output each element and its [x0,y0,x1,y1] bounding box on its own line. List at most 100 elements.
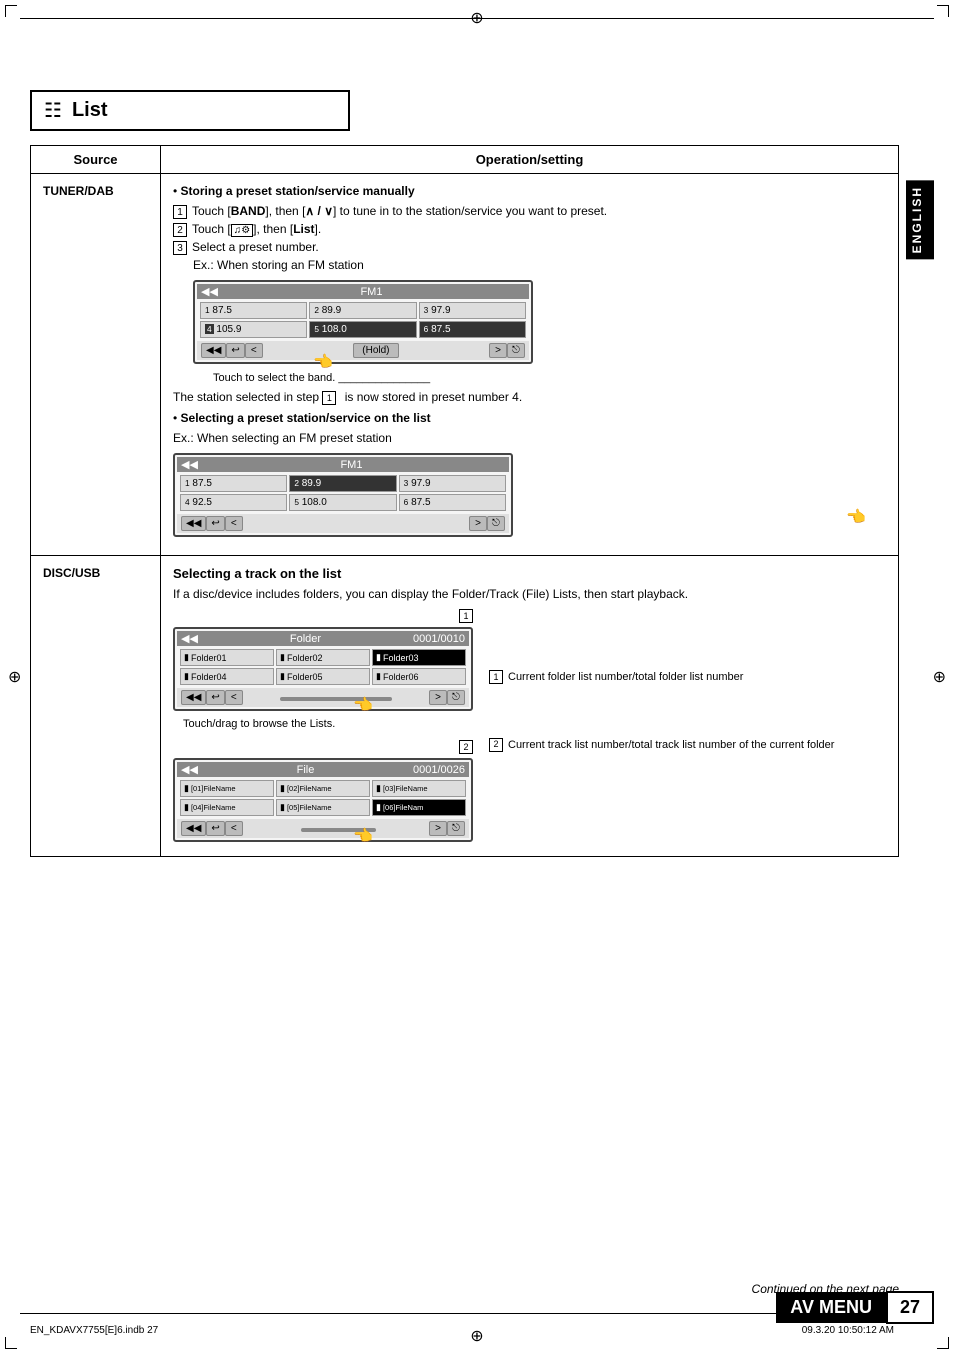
page: ⊕ ⊕ ⊕ ⊕ ENGLISH ☷ List Source Operation/… [0,0,954,1354]
folder-num-indicator: 1 [173,609,473,623]
fm2-prev-btn[interactable]: ◀◀ [181,516,206,531]
fm2-cell-1: 1 87.5 [180,475,287,492]
note-text-1: Current folder list number/total folder … [508,669,743,687]
fm-hold-area: (Hold) [263,345,489,356]
fm2-back-btn[interactable]: ↩ [206,516,224,531]
source-disc-usb: DISC/USB [31,556,161,857]
file-icon-3: ▮ [376,783,381,794]
file-title-text: File [297,764,315,776]
folder-lt-btn[interactable]: < [225,690,243,705]
fm2-cell-4: 4 92.5 [180,494,287,511]
crosshair-right-icon: ⊕ [933,667,946,687]
corner-mark-tl [5,5,17,17]
file-icon-2: ▮ [280,783,285,794]
fm-bottom-bar-2: ◀◀ ↩ < > ⎋ [177,514,509,533]
corner-mark-bl [5,1337,17,1349]
folder-cell-6: ▮Folder06 [372,668,466,685]
step-2: 2 Touch [♫⚙], then [List]. [173,222,886,237]
folder-cell-5: ▮Folder05 [276,668,370,685]
file-prev-btn[interactable]: ◀◀ [181,821,206,836]
folder-back-btn[interactable]: ↩ [206,690,224,705]
folder-cell-1: ▮Folder01 [180,649,274,666]
step-num-2: 2 [173,223,187,237]
folder-prev-icon: ◀◀ [181,632,198,645]
fm-title-text: FM1 [360,286,382,298]
crosshair-left-icon: ⊕ [8,667,21,687]
fm2-cell-6: 6 87.5 [399,494,506,511]
folder-icon-1: ▮ [184,652,189,663]
file-lt-btn[interactable]: < [225,821,243,836]
fm-cell-2: 2 89.9 [309,302,416,319]
folder-icon-2: ▮ [280,652,285,663]
folder-cell-3: ▮Folder03 [372,649,466,666]
file-cell-3: ▮[03]FileName [372,780,466,797]
folder-icon-3: ▮ [376,652,381,663]
fm-grid-2: 1 87.5 2 89.9 3 97.9 4 92.5 5 108.0 6 87… [177,472,509,514]
fm2-eject-btn[interactable]: ⎋ [487,516,505,531]
fm-bottom-bar-1: ◀◀ ↩ < (Hold) > ⎋ [197,341,529,360]
step-3-text: Select a preset number. [192,240,319,254]
main-table: Source Operation/setting TUNER/DAB Stori… [30,145,899,857]
corner-mark-tr [937,5,949,17]
file-prev-icon: ◀◀ [181,763,198,776]
file-cell-5: ▮[05]FileName [276,799,370,816]
fm-back-btn[interactable]: ↩ [226,343,244,358]
step-3: 3 Select a preset number. [173,240,886,255]
file-num-label-2: 2 [459,740,473,754]
file-counter: 0001/0026 [413,764,465,776]
list-header-title: List [72,99,108,122]
list-header: ☷ List [30,90,350,131]
corner-mark-br [937,1337,949,1349]
fm2-cell-3: 3 97.9 [399,475,506,492]
touch-hand-2: 👈 [846,507,866,527]
fm-display-1-wrapper: ◀◀ FM1 1 87.5 2 89.9 3 97.9 4 105.9 5 1 [193,280,886,364]
fm-hold-btn[interactable]: (Hold) [353,343,398,358]
folder-num-label-1: 1 [459,609,473,623]
touch-caption-1: Touch to select the band. ______________… [213,372,886,384]
file-icon-4: ▮ [184,802,189,813]
fm-back-icon: ◀◀ [201,285,218,298]
fm-lt-btn[interactable]: < [245,343,263,358]
fm2-cell-5: 5 108.0 [289,494,396,511]
touch-hand-folder: 👈 [353,695,473,715]
bullet-selecting-title: Selecting a preset station/service on th… [181,411,431,425]
file-icon-5: ▮ [280,802,285,813]
fm-prev-btn[interactable]: ◀◀ [201,343,226,358]
folder-icon-4: ▮ [184,671,189,682]
folder-prev-btn[interactable]: ◀◀ [181,690,206,705]
fm-cell-6: 6 87.5 [419,321,526,338]
list-header-icon: ☷ [44,98,62,123]
file-cell-4: ▮[04]FileName [180,799,274,816]
fm-cell-1: 1 87.5 [200,302,307,319]
example-label-2: Ex.: When selecting an FM preset station [173,431,886,445]
step-num-1: 1 [173,205,187,219]
touch-hand-file: 👈 [353,826,473,846]
file-screen-wrapper: 2 ◀◀ File 0001/0026 [173,740,473,846]
folder-counter: 0001/0010 [413,633,465,645]
page-number: 27 [886,1291,934,1324]
note-item-1: 1 Current folder list number/total folde… [489,669,834,687]
file-grid: ▮[01]FileName ▮[02]FileName ▮[03]FileNam… [177,777,469,819]
col-operation-header: Operation/setting [161,146,899,174]
fm-grid-1: 1 87.5 2 89.9 3 97.9 4 105.9 5 108.0 6 8… [197,299,529,341]
folder-icon-6: ▮ [376,671,381,682]
step-2-text: Touch [♫⚙], then [List]. [192,222,321,236]
file-title-bar: ◀◀ File 0001/0026 [177,762,469,777]
col-source-header: Source [31,146,161,174]
top-rule [20,18,934,19]
fm2-gt-btn[interactable]: > [469,516,487,531]
disc-section-title: Selecting a track on the list [173,566,886,581]
table-row: DISC/USB Selecting a track on the list I… [31,556,899,857]
file-cell-1: ▮[01]FileName [180,780,274,797]
fm-display-1: ◀◀ FM1 1 87.5 2 89.9 3 97.9 4 105.9 5 1 [193,280,533,364]
file-back-btn[interactable]: ↩ [206,821,224,836]
fm2-back-icon: ◀◀ [181,458,198,471]
fm2-lt-btn[interactable]: < [225,516,243,531]
fm-gt-btn[interactable]: > [489,343,507,358]
fm2-title-text: FM1 [340,459,362,471]
step-num-3: 3 [173,241,187,255]
language-bar: ENGLISH [906,180,934,259]
fm-display-2-wrapper: ◀◀ FM1 1 87.5 2 89.9 3 97.9 4 92.5 5 10 [173,453,886,537]
source-tuner-dab: TUNER/DAB [31,174,161,556]
fm-eject-btn[interactable]: ⎋ [507,343,525,358]
